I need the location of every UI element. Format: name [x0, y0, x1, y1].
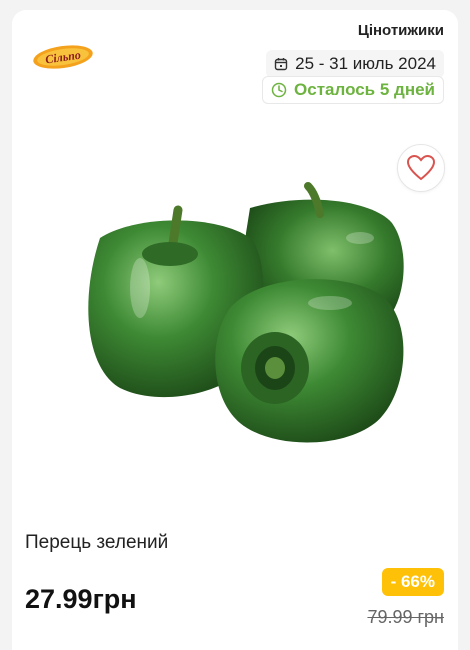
discount-badge: - 66%: [381, 568, 444, 596]
days-remaining-text: Осталось 5 дней: [294, 80, 435, 99]
product-name: Перець зелений: [25, 532, 169, 553]
silpo-logo: Сільпо: [33, 45, 93, 69]
promo-label: Цінотижики: [357, 22, 444, 39]
promo-dates-text: 25 - 31 июль 2024: [295, 54, 436, 73]
days-remaining-badge: Осталось 5 дней: [262, 76, 444, 104]
old-price: 79.99 грн: [367, 607, 444, 627]
calendar-icon: [274, 58, 288, 71]
heart-icon: [407, 155, 435, 181]
product-card[interactable]: Сільпо Цінотижики 25 - 31 июль 2024 Оста…: [12, 10, 458, 650]
product-image: [88, 182, 404, 443]
clock-icon: [271, 82, 287, 98]
current-price: 27.99грн: [25, 584, 137, 614]
promo-dates: 25 - 31 июль 2024: [266, 50, 444, 78]
